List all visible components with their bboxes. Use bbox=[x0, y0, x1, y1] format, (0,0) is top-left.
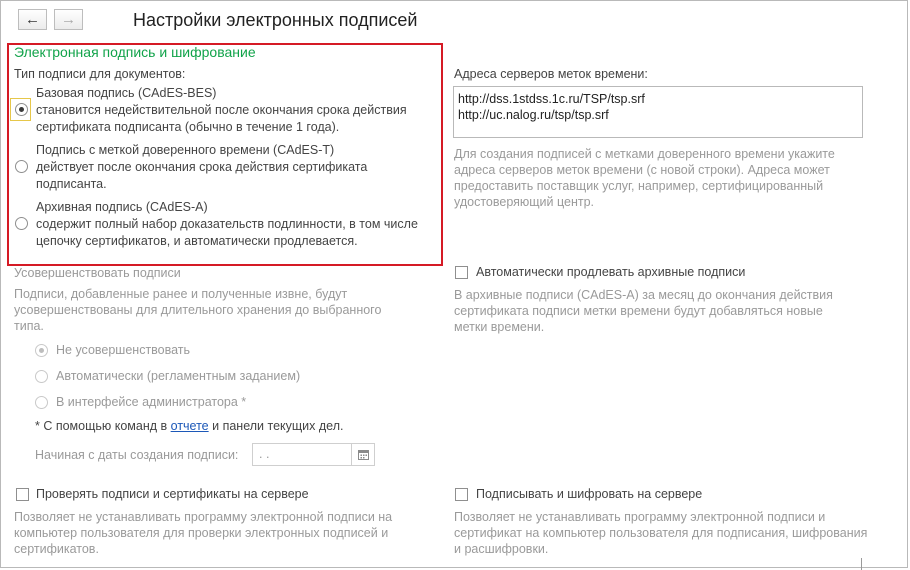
verify-server-checkbox[interactable] bbox=[16, 488, 29, 501]
arrow-right-icon: → bbox=[61, 11, 76, 28]
report-link[interactable]: отчете bbox=[171, 419, 209, 433]
enhance-desc: типа. bbox=[14, 319, 44, 333]
forward-button[interactable]: → bbox=[54, 9, 83, 30]
radio-selected-dot bbox=[39, 348, 44, 353]
option-cades-a-desc: цепочку сертификатов, и автоматически пр… bbox=[36, 234, 358, 248]
start-date-input[interactable]: . . bbox=[252, 443, 352, 466]
sign-server-desc: Позволяет не устанавливать программу эле… bbox=[454, 510, 826, 524]
auto-extend-desc: В архивные подписи (CAdES-A) за месяц до… bbox=[454, 288, 833, 302]
timestamp-hint: адреса серверов меток времени (с новой с… bbox=[454, 163, 830, 177]
option-cades-t-desc: действует после окончания срока действия… bbox=[36, 160, 368, 174]
option-auto-enhance[interactable]: Автоматически (регламентным заданием) bbox=[56, 369, 300, 383]
option-cades-a-desc: содержит полный набор доказательств подл… bbox=[36, 217, 418, 231]
enhance-desc: Подписи, добавленные ранее и полученные … bbox=[14, 287, 348, 301]
sign-server-desc: и расшифровки. bbox=[454, 542, 549, 556]
server-url-line: http://uc.nalog.ru/tsp/tsp.srf bbox=[458, 108, 609, 122]
calendar-button[interactable] bbox=[352, 443, 375, 466]
option-cades-t-desc: подписанта. bbox=[36, 177, 107, 191]
radio-cades-bes[interactable] bbox=[15, 103, 28, 116]
radio-no-enhance[interactable] bbox=[35, 344, 48, 357]
back-button[interactable]: ← bbox=[18, 9, 47, 30]
calendar-icon bbox=[357, 450, 369, 460]
option-cades-bes-desc: сертификата подписанта (обычно в течение… bbox=[36, 120, 340, 134]
enhance-desc: усовершенствованы для длительного хранен… bbox=[14, 303, 382, 317]
verify-server-desc: Позволяет не устанавливать программу эле… bbox=[14, 510, 393, 524]
date-label: Начиная с даты создания подписи: bbox=[35, 448, 239, 462]
sign-server-desc: сертификат на компьютер пользователя для… bbox=[454, 526, 868, 540]
sign-server-checkbox[interactable] bbox=[455, 488, 468, 501]
footnote-text: * С помощью команд в bbox=[35, 419, 171, 433]
verify-server-desc: компьютер пользователя для проверки элек… bbox=[14, 526, 389, 540]
section-heading-signature: Электронная подпись и шифрование bbox=[14, 44, 256, 60]
enhance-heading: Усовершенствовать подписи bbox=[14, 266, 181, 280]
radio-auto-enhance[interactable] bbox=[35, 370, 48, 383]
radio-admin-enhance[interactable] bbox=[35, 396, 48, 409]
timestamp-servers-input[interactable]: http://dss.1stdss.1c.ru/TSP/tsp.srf http… bbox=[453, 86, 863, 138]
option-cades-a-title[interactable]: Архивная подпись (CAdES-A) bbox=[36, 200, 208, 214]
timestamp-servers-label: Адреса серверов меток времени: bbox=[454, 67, 648, 81]
option-admin-enhance[interactable]: В интерфейсе администратора * bbox=[56, 395, 246, 409]
radio-cades-a[interactable] bbox=[15, 217, 28, 230]
page-title: Настройки электронных подписей bbox=[133, 10, 418, 30]
option-cades-bes-title[interactable]: Базовая подпись (CAdES-BES) bbox=[36, 86, 216, 100]
enhance-footnote: * С помощью команд в отчете и панели тек… bbox=[35, 419, 343, 433]
footnote-text: и панели текущих дел. bbox=[208, 419, 344, 433]
scroll-marker bbox=[861, 558, 862, 570]
timestamp-hint: Для создания подписей с метками доверенн… bbox=[454, 147, 835, 161]
radio-cades-t[interactable] bbox=[15, 160, 28, 173]
auto-extend-desc: сертификата подписи метки времени будут … bbox=[454, 304, 823, 318]
option-cades-bes-desc: становится недействительной после оконча… bbox=[36, 103, 407, 117]
auto-extend-desc: метки времени. bbox=[454, 320, 545, 334]
server-url-line: http://dss.1stdss.1c.ru/TSP/tsp.srf bbox=[458, 92, 645, 106]
timestamp-hint: предоставить поставщик услуг, например, … bbox=[454, 179, 824, 193]
auto-extend-label[interactable]: Автоматически продлевать архивные подпис… bbox=[476, 265, 745, 279]
option-no-enhance[interactable]: Не усовершенствовать bbox=[56, 343, 190, 357]
auto-extend-checkbox[interactable] bbox=[455, 266, 468, 279]
verify-server-label[interactable]: Проверять подписи и сертификаты на серве… bbox=[36, 487, 309, 501]
option-cades-t-title[interactable]: Подпись с меткой доверенного времени (CA… bbox=[36, 143, 334, 157]
verify-server-desc: сертификатов. bbox=[14, 542, 99, 556]
sign-server-label[interactable]: Подписывать и шифровать на сервере bbox=[476, 487, 702, 501]
timestamp-hint: удостоверяющий центр. bbox=[454, 195, 595, 209]
signature-type-label: Тип подписи для документов: bbox=[14, 67, 186, 81]
arrow-left-icon: ← bbox=[25, 11, 40, 28]
radio-selected-dot bbox=[19, 107, 24, 112]
